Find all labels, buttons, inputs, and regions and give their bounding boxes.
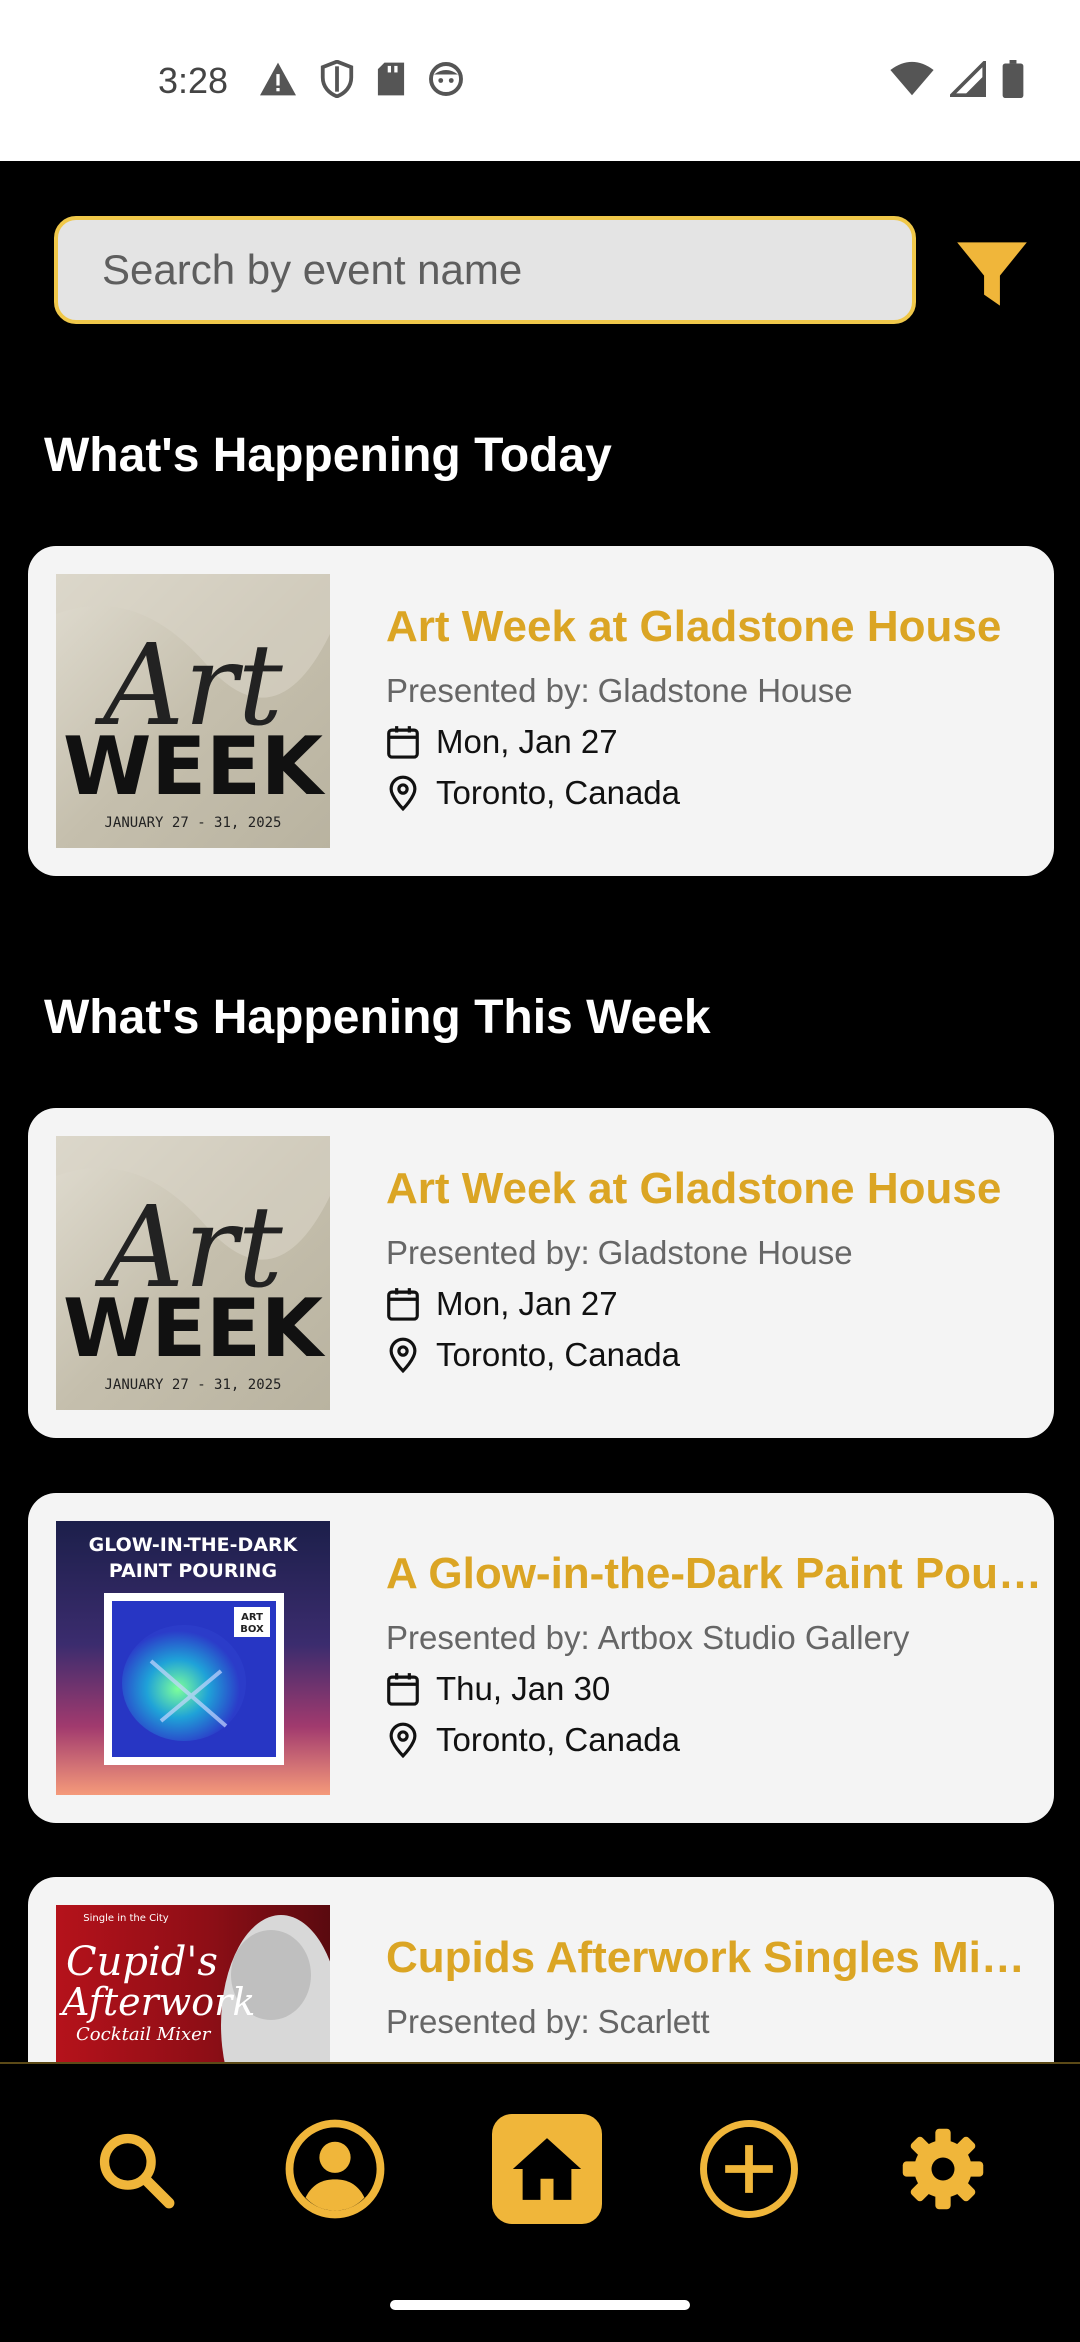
section-title-today: What's Happening Today bbox=[44, 429, 612, 482]
calendar-icon bbox=[387, 1288, 419, 1321]
profile-icon bbox=[285, 2119, 385, 2219]
status-bar: 3:28 bbox=[0, 0, 1080, 161]
presenter-label: Presented by: bbox=[386, 2003, 590, 2040]
event-location: Toronto, Canada bbox=[436, 1336, 681, 1373]
poster-badge-line2: BOX bbox=[240, 1624, 264, 1635]
event-card[interactable]: GLOW-IN-THE-DARK PAINT POURING ART BOX A… bbox=[28, 1493, 1054, 1823]
status-time: 3:28 bbox=[158, 60, 229, 101]
event-date: Thu, Jan 30 bbox=[436, 1670, 611, 1707]
nav-search[interactable] bbox=[80, 2114, 190, 2224]
event-location-row: Toronto, Canada bbox=[384, 1336, 680, 1374]
event-card[interactable]: Art WEEK JANUARY 27 - 31, 2025 Art Week … bbox=[28, 1108, 1054, 1438]
nav-add[interactable] bbox=[694, 2114, 804, 2224]
nav-profile[interactable] bbox=[280, 2114, 390, 2224]
event-date-row: Mon, Jan 27 bbox=[384, 723, 618, 761]
location-pin-icon bbox=[389, 775, 417, 812]
event-title: A Glow-in-the-Dark Paint Pour… bbox=[386, 1549, 1046, 1598]
presenter-name: Scarlett bbox=[597, 2003, 710, 2040]
home-icon bbox=[512, 2138, 582, 2200]
poster-dates: JANUARY 27 - 31, 2025 bbox=[104, 815, 281, 831]
android-face-icon bbox=[429, 62, 463, 96]
presenter-name: Gladstone House bbox=[597, 672, 853, 709]
poster-line2: Afterwork bbox=[59, 1980, 255, 2024]
presenter-name: Artbox Studio Gallery bbox=[597, 1619, 910, 1656]
event-location: Toronto, Canada bbox=[436, 1721, 681, 1758]
calendar-icon bbox=[387, 1673, 419, 1706]
location-pin-icon bbox=[389, 1337, 417, 1374]
status-notification-icons bbox=[258, 60, 464, 98]
presenter-name: Gladstone House bbox=[597, 1234, 853, 1271]
filter-icon[interactable] bbox=[954, 236, 1030, 312]
nav-home[interactable] bbox=[492, 2114, 602, 2224]
event-date: Mon, Jan 27 bbox=[436, 723, 618, 760]
poster-line3: Cocktail Mixer bbox=[76, 2024, 212, 2045]
add-icon bbox=[700, 2120, 798, 2218]
status-system-icons bbox=[890, 60, 1024, 98]
event-title: Art Week at Gladstone House bbox=[386, 602, 1002, 651]
poster-top: Single in the City bbox=[83, 1913, 168, 1924]
poster-big: WEEK bbox=[63, 1282, 326, 1375]
event-date: Mon, Jan 27 bbox=[436, 1285, 618, 1322]
poster-line1: GLOW-IN-THE-DARK bbox=[89, 1534, 299, 1556]
poster-badge-line1: ART bbox=[241, 1612, 263, 1623]
event-location-row: Toronto, Canada bbox=[384, 774, 680, 812]
presenter-label: Presented by: bbox=[386, 672, 590, 709]
event-presenter: Presented by: Scarlett bbox=[386, 2003, 710, 2041]
search-icon bbox=[99, 2133, 175, 2209]
event-presenter: Presented by: Artbox Studio Gallery bbox=[386, 1619, 909, 1657]
shield-icon bbox=[320, 60, 354, 98]
poster-dates: JANUARY 27 - 31, 2025 bbox=[104, 1377, 281, 1393]
location-pin-icon bbox=[389, 1722, 417, 1759]
wifi-icon bbox=[890, 61, 934, 96]
event-card[interactable]: Art WEEK JANUARY 27 - 31, 2025 Art Week … bbox=[28, 546, 1054, 876]
signal-icon bbox=[950, 61, 986, 97]
event-date-row: Thu, Jan 30 bbox=[384, 1670, 610, 1708]
search-input[interactable] bbox=[58, 220, 912, 320]
search-bar bbox=[54, 216, 916, 324]
event-presenter: Presented by: Gladstone House bbox=[386, 672, 853, 710]
home-indicator[interactable] bbox=[390, 2300, 690, 2310]
poster-big: WEEK bbox=[63, 720, 326, 813]
poster-line2: PAINT POURING bbox=[109, 1560, 277, 1582]
event-location: Toronto, Canada bbox=[436, 774, 681, 811]
warning-icon bbox=[260, 62, 296, 96]
battery-icon bbox=[1002, 60, 1024, 98]
sd-card-icon bbox=[377, 62, 405, 96]
event-date-row: Mon, Jan 27 bbox=[384, 1285, 618, 1323]
event-poster: Art WEEK JANUARY 27 - 31, 2025 bbox=[56, 1136, 330, 1410]
event-title: Art Week at Gladstone House bbox=[386, 1164, 1002, 1213]
event-location-row: Toronto, Canada bbox=[384, 1721, 680, 1759]
nav-settings[interactable] bbox=[888, 2114, 998, 2224]
event-poster: GLOW-IN-THE-DARK PAINT POURING ART BOX bbox=[56, 1521, 330, 1795]
calendar-icon bbox=[387, 726, 419, 759]
section-title-this-week: What's Happening This Week bbox=[44, 991, 711, 1044]
event-poster: Art WEEK JANUARY 27 - 31, 2025 bbox=[56, 574, 330, 848]
poster-line1: Cupid's bbox=[66, 1939, 218, 1985]
event-title: Cupids Afterwork Singles Mix… bbox=[386, 1933, 1046, 1982]
presenter-label: Presented by: bbox=[386, 1619, 590, 1656]
presenter-label: Presented by: bbox=[386, 1234, 590, 1271]
event-presenter: Presented by: Gladstone House bbox=[386, 1234, 853, 1272]
settings-icon bbox=[902, 2128, 984, 2210]
